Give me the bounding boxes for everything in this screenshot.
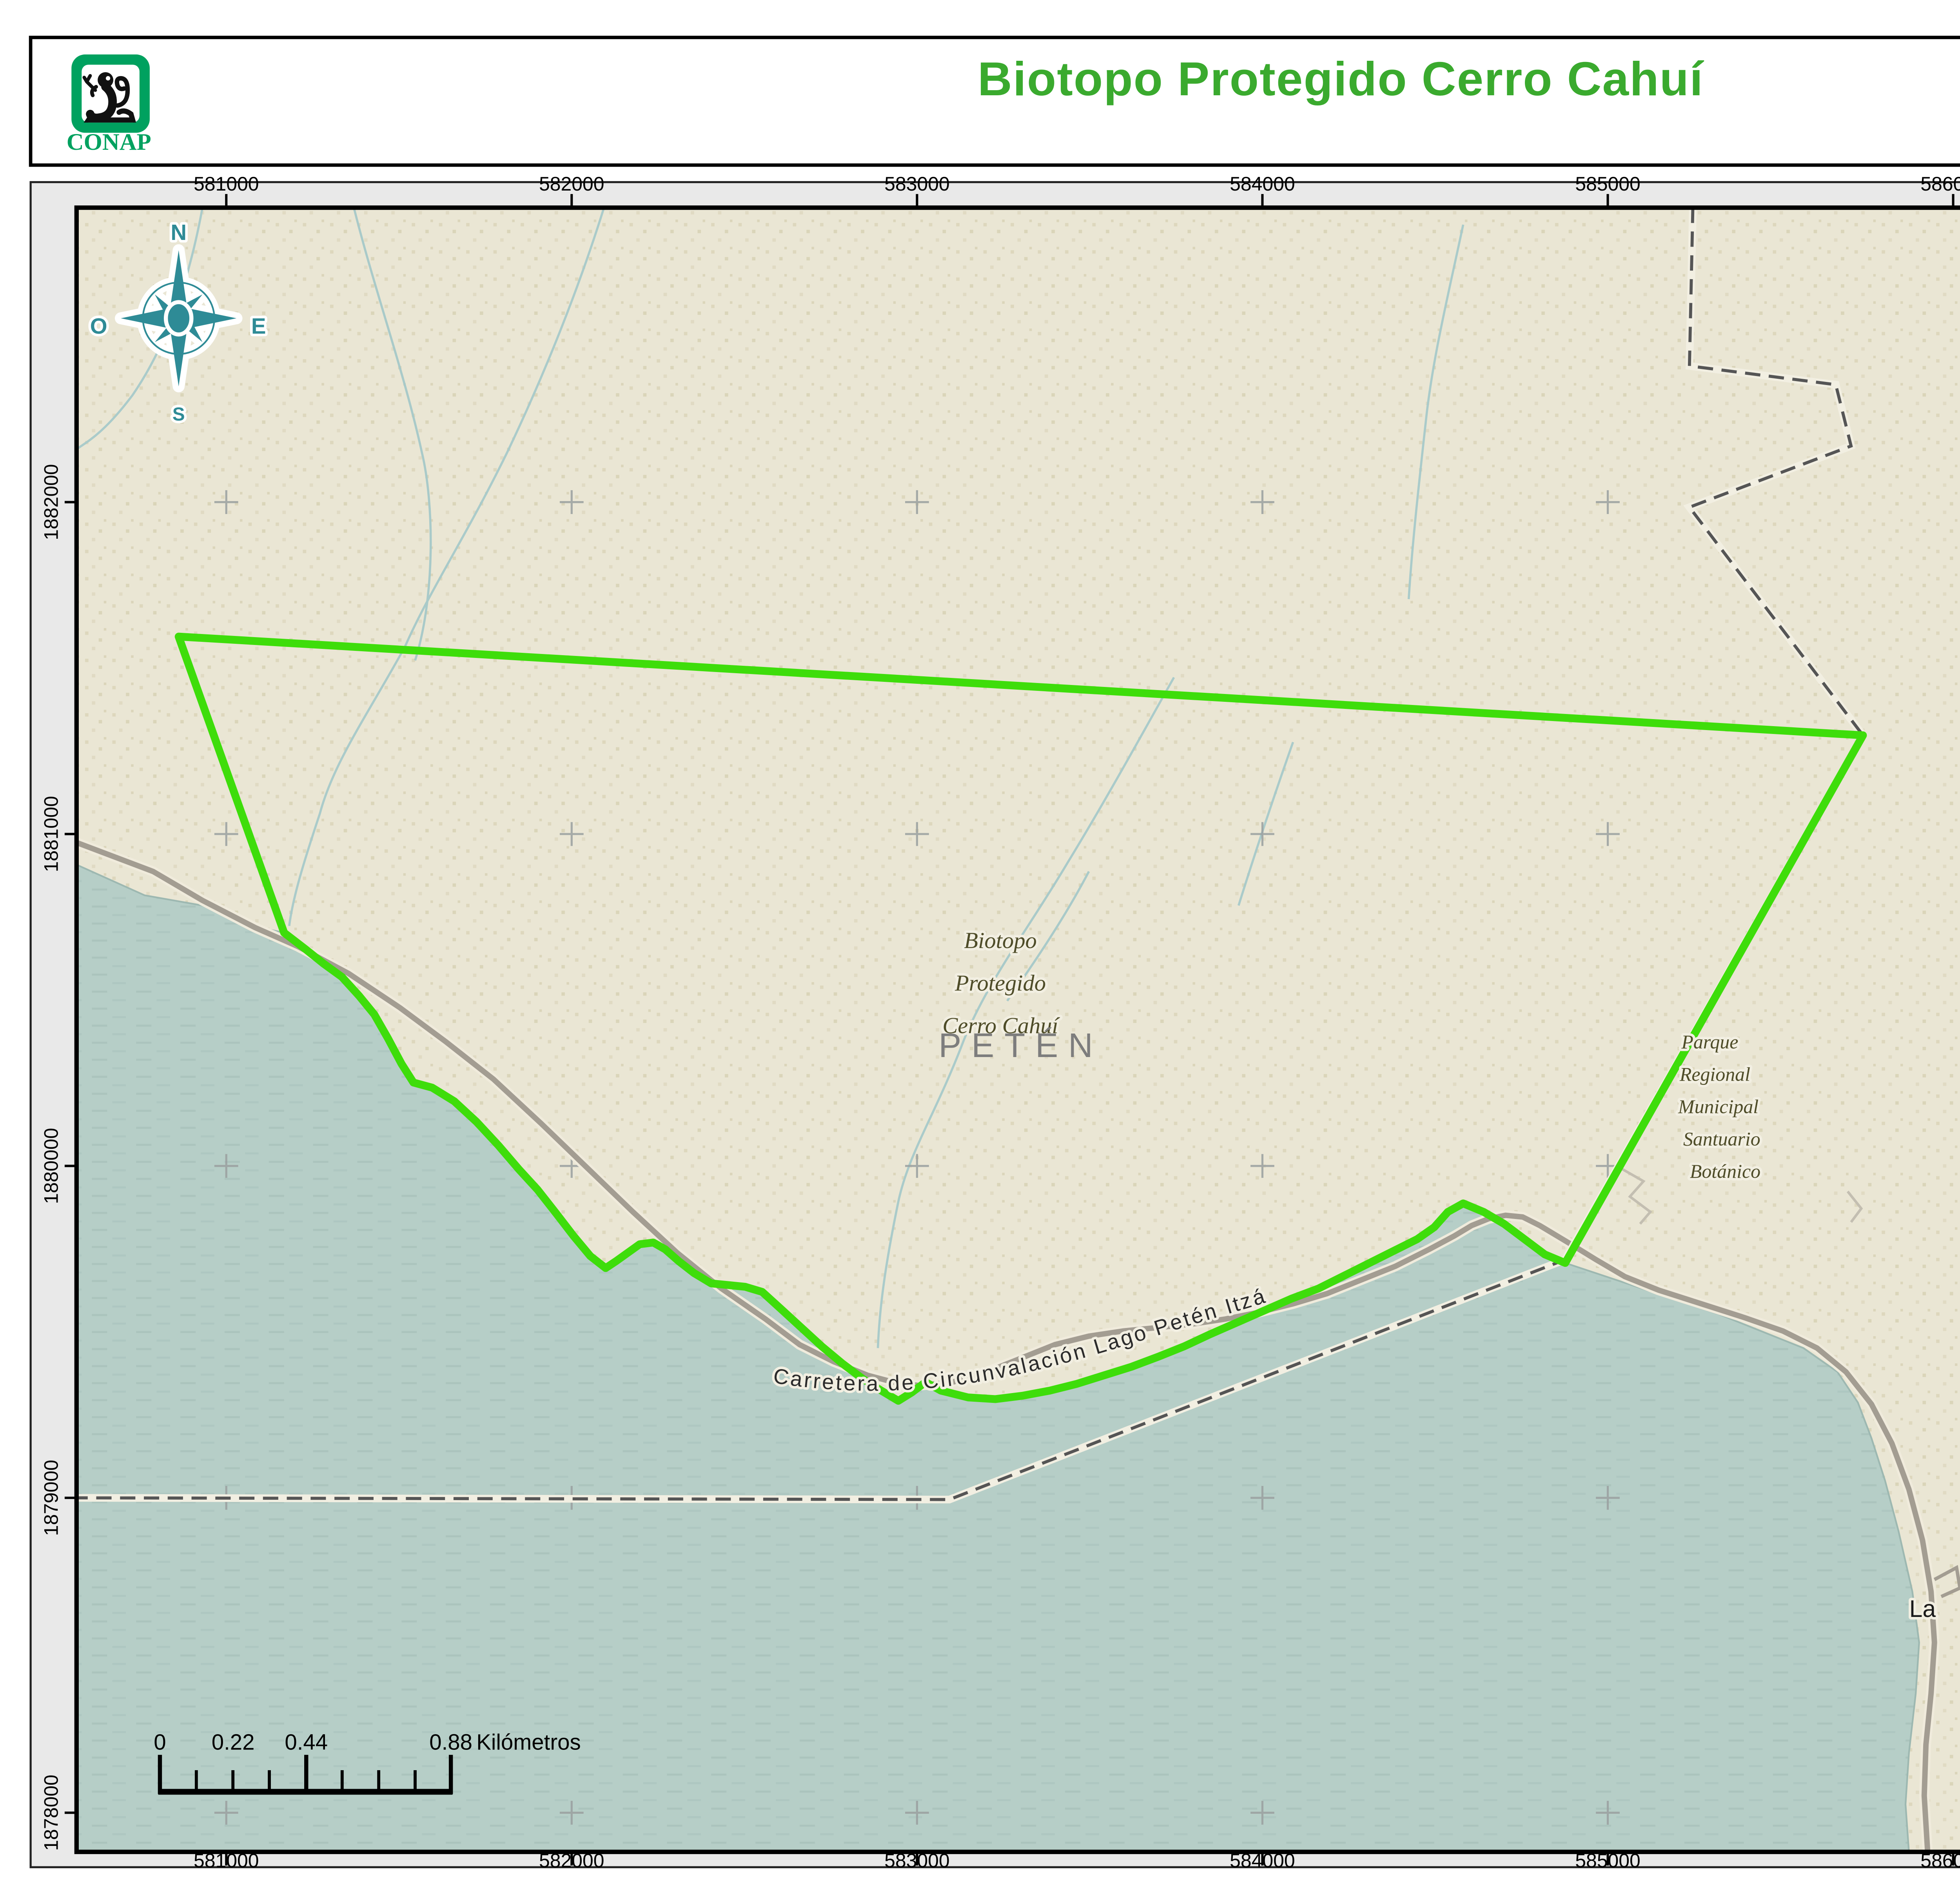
x-label: 582000 [539,1849,604,1871]
scale-044: 0.44 [285,1730,328,1755]
x-label: 583000 [884,1849,950,1871]
x-label: 586000 [1920,173,1960,195]
biotopo-label-line2: Protegido [955,970,1046,996]
compass-n: N [171,220,187,245]
x-label: 581000 [194,1849,259,1871]
map-canvas: Biotopo Protegido Cerro Cahuí PETÉN Parq… [0,0,1960,1891]
x-label: 581000 [194,173,259,195]
compass-s: S [172,404,185,425]
parque-label-line3: Municipal [1678,1096,1759,1117]
x-label: 586000 [1920,1849,1960,1871]
x-label: 582000 [539,173,604,195]
parque-label-line2: Regional [1679,1064,1750,1085]
y-label: 1878000 [40,1775,62,1851]
compass-e: E [251,314,266,338]
y-label: 1880000 [40,1128,62,1204]
parque-label-line4: Santuario [1683,1128,1760,1150]
scale-088: 0.88 [429,1730,472,1755]
x-label: 584000 [1230,1849,1295,1871]
map-body: Biotopo Protegido Cerro Cahuí PETÉN Parq… [76,208,1960,1852]
y-label: 1881000 [40,796,62,872]
laguna-label: La [1909,1595,1936,1622]
x-label: 585000 [1575,173,1641,195]
x-label: 585000 [1575,1849,1641,1871]
parque-label-line1: Parque [1681,1031,1738,1053]
parque-label-line5: Botánico [1690,1161,1760,1182]
scale-units: Kilómetros [476,1730,581,1755]
y-label: 1882000 [40,464,62,540]
scale-0: 0 [154,1730,166,1755]
y-label: 1879000 [40,1460,62,1536]
peten-label: PETÉN [938,1026,1103,1064]
scale-022: 0.22 [212,1730,255,1755]
compass-o: O [90,314,107,338]
map-sheet: CONAP Biotopo Protegido Cerro Cahuí DAGe… [0,0,1960,1891]
x-label: 584000 [1230,173,1295,195]
biotopo-label-line1: Biotopo [964,928,1036,953]
x-label: 583000 [884,173,950,195]
